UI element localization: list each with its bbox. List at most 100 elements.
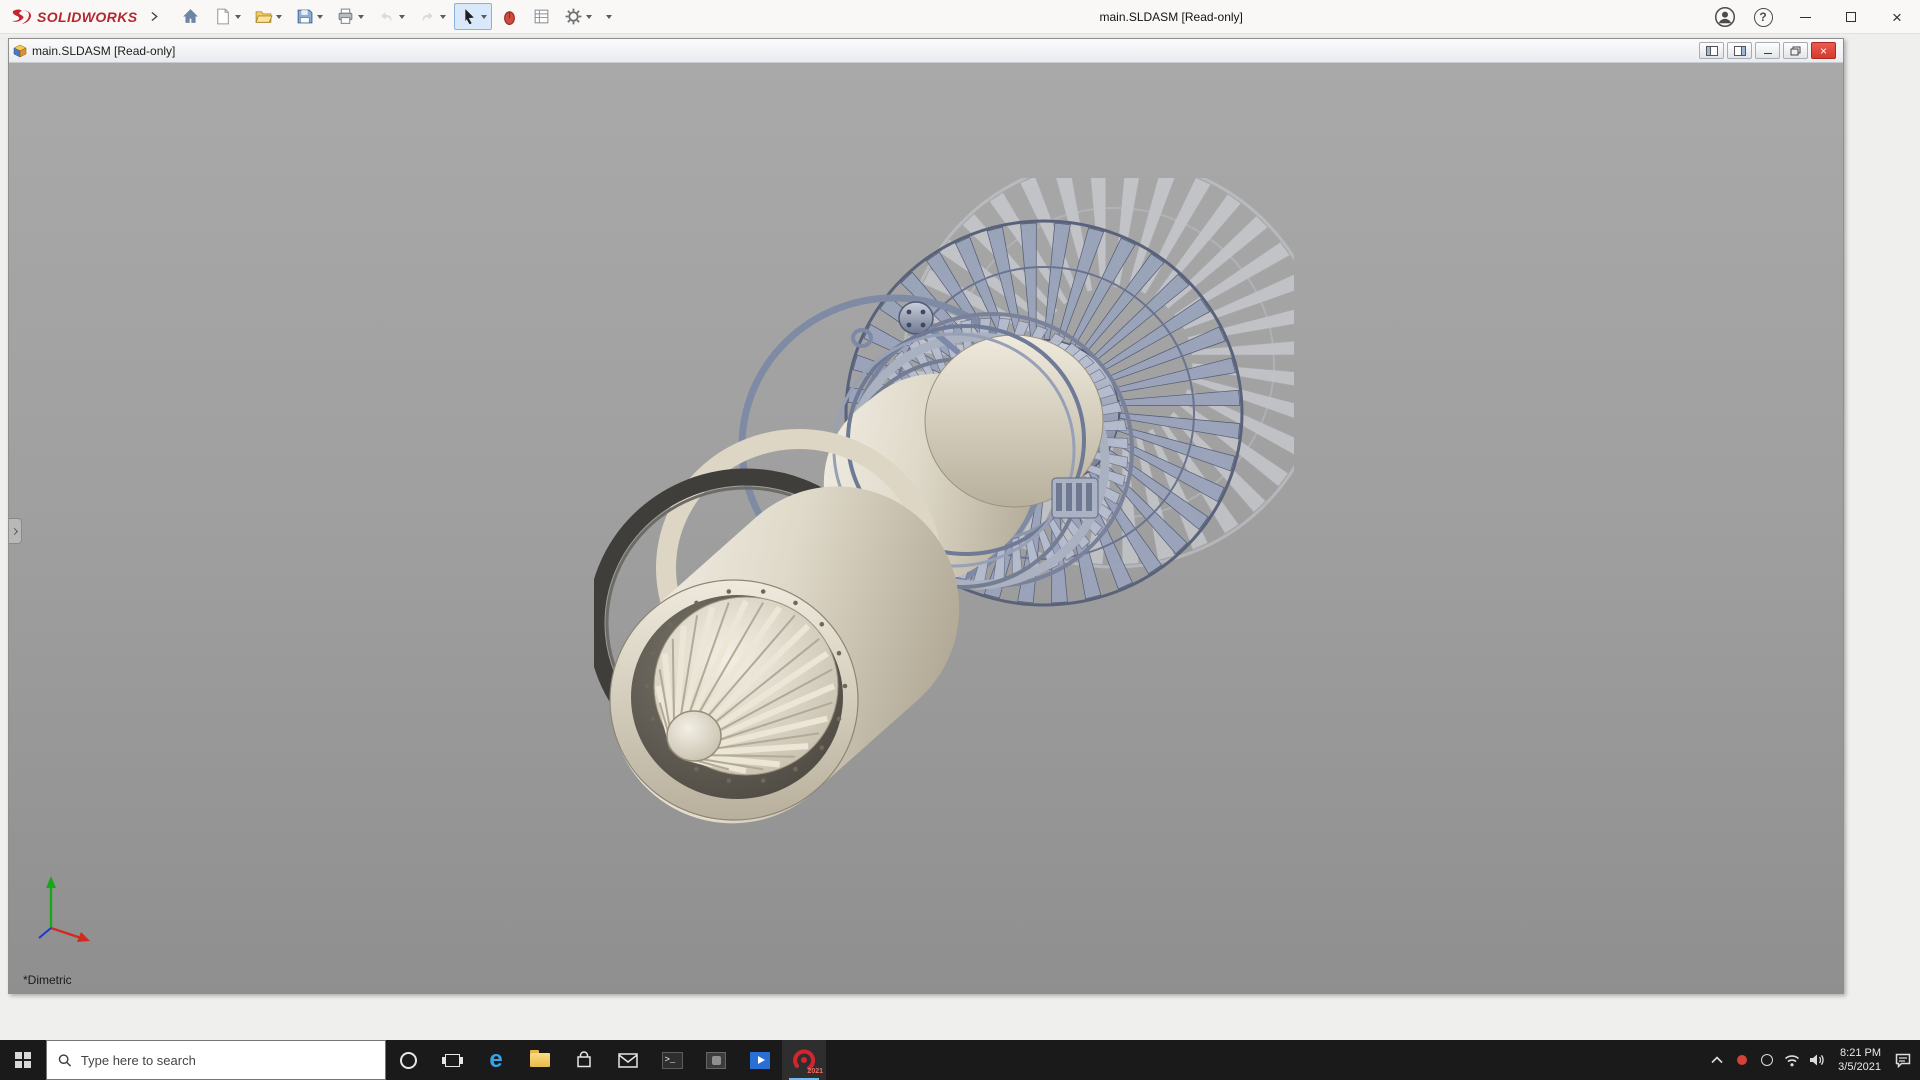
help-button[interactable]: ? (1751, 5, 1775, 29)
pane-left-button[interactable] (1699, 42, 1724, 59)
edge-icon: e (489, 1048, 502, 1072)
minimize-icon (1800, 17, 1811, 18)
home-icon (181, 7, 200, 26)
doc-close-button[interactable]: × (1811, 42, 1836, 59)
mouse-gestures-button[interactable] (495, 3, 524, 30)
redo-icon (418, 7, 437, 26)
mail-icon (618, 1053, 638, 1068)
select-tool-dropdown[interactable] (481, 15, 487, 19)
console-icon: >_ (662, 1052, 683, 1069)
save-icon (295, 7, 314, 26)
clock-time: 8:21 PM (1840, 1046, 1881, 1060)
home-button[interactable] (176, 3, 205, 30)
clock-date: 3/5/2021 (1838, 1060, 1881, 1074)
document-title: main.SLDASM [Read-only] (32, 44, 175, 58)
print-icon (336, 7, 355, 26)
solidworks-logo-icon (10, 8, 32, 26)
taskbar-app-edge[interactable]: e (474, 1040, 518, 1080)
toolbar-flyout-arrow[interactable] (147, 10, 160, 23)
undo-icon (377, 7, 396, 26)
document-window-controls: × (1699, 42, 1839, 59)
new-document-button[interactable] (208, 3, 246, 30)
folder-icon (530, 1053, 550, 1067)
circle-app-icon (1761, 1054, 1773, 1066)
app-client-area: main.SLDASM [Read-only] × (0, 34, 1920, 1040)
doc-minimize-icon (1764, 53, 1772, 54)
taskbar-app-console[interactable]: >_ (650, 1040, 694, 1080)
open-folder-icon (254, 7, 273, 26)
options-dropdown[interactable] (586, 15, 592, 19)
taskbar-search[interactable] (46, 1040, 386, 1080)
open-dropdown[interactable] (276, 15, 282, 19)
save-button[interactable] (290, 3, 328, 30)
system-tray: 8:21 PM 3/5/2021 (1704, 1040, 1920, 1080)
solidworks-logo: SOLIDWORKS (10, 8, 137, 26)
action-center-icon (1895, 1053, 1911, 1068)
wifi-icon (1784, 1054, 1800, 1067)
taskbar-app-store[interactable] (562, 1040, 606, 1080)
search-icon (58, 1053, 72, 1068)
taskbar-app-file-explorer[interactable] (518, 1040, 562, 1080)
select-cursor-icon (459, 7, 478, 26)
windows-taskbar: e >_ 2021 (0, 1040, 1920, 1080)
undo-button[interactable] (372, 3, 410, 30)
solidworks-year-badge: 2021 (807, 1068, 823, 1075)
start-button[interactable] (0, 1040, 46, 1080)
screen: SOLIDWORKS (0, 0, 1920, 1080)
doc-minimize-button[interactable] (1755, 42, 1780, 59)
action-center-button[interactable] (1890, 1040, 1915, 1080)
pane-right-button[interactable] (1727, 42, 1752, 59)
feature-tree-collapse-tab[interactable] (9, 518, 22, 544)
network-button[interactable] (1779, 1040, 1804, 1080)
doc-restore-icon (1790, 46, 1801, 56)
redo-dropdown[interactable] (440, 15, 446, 19)
volume-button[interactable] (1804, 1040, 1829, 1080)
close-icon: × (1892, 9, 1902, 26)
undo-dropdown[interactable] (399, 15, 405, 19)
redo-button[interactable] (413, 3, 451, 30)
properties-button[interactable] (527, 3, 556, 30)
taskbar-clock[interactable]: 8:21 PM 3/5/2021 (1829, 1046, 1890, 1074)
cortana-icon (400, 1052, 417, 1069)
app-close-button[interactable]: × (1874, 0, 1920, 34)
jet-engine-model[interactable] (594, 178, 1294, 838)
app-titlebar: SOLIDWORKS (0, 0, 1920, 34)
tray-status-red[interactable] (1729, 1040, 1754, 1080)
volume-icon (1809, 1053, 1825, 1067)
document-titlebar[interactable]: main.SLDASM [Read-only] × (9, 39, 1843, 63)
red-status-icon (1737, 1055, 1747, 1065)
taskbar-app-mail[interactable] (606, 1040, 650, 1080)
print-button[interactable] (331, 3, 369, 30)
task-view-button[interactable] (430, 1040, 474, 1080)
options-button[interactable] (559, 3, 597, 30)
app-minimize-button[interactable] (1782, 0, 1828, 34)
document-window: main.SLDASM [Read-only] × (8, 38, 1844, 994)
quick-access-toolbar (176, 3, 612, 30)
print-dropdown[interactable] (358, 15, 364, 19)
movies-play-icon (750, 1052, 770, 1069)
windows-logo-icon (15, 1052, 31, 1068)
chevron-right-icon (10, 527, 17, 534)
cortana-button[interactable] (386, 1040, 430, 1080)
doc-restore-button[interactable] (1783, 42, 1808, 59)
open-button[interactable] (249, 3, 287, 30)
tray-app-circle[interactable] (1754, 1040, 1779, 1080)
app-maximize-button[interactable] (1828, 0, 1874, 34)
taskbar-app-movies[interactable] (738, 1040, 782, 1080)
pane-right-icon (1734, 46, 1746, 56)
chevron-up-icon (1711, 1056, 1723, 1064)
search-input[interactable] (81, 1053, 374, 1068)
gear-icon (564, 7, 583, 26)
taskbar-app-solidworks[interactable]: 2021 (782, 1040, 826, 1080)
account-button[interactable] (1713, 5, 1737, 29)
new-document-dropdown[interactable] (235, 15, 241, 19)
graphics-viewport[interactable]: *Dimetric (9, 63, 1843, 993)
toolbar-overflow-dropdown[interactable] (606, 15, 612, 19)
brand-text: SOLIDWORKS (37, 9, 137, 25)
save-dropdown[interactable] (317, 15, 323, 19)
help-icon: ? (1754, 8, 1773, 27)
select-tool-button[interactable] (454, 3, 492, 30)
taskbar-app-dark[interactable] (694, 1040, 738, 1080)
account-icon (1714, 6, 1736, 28)
hidden-icons-button[interactable] (1704, 1040, 1729, 1080)
